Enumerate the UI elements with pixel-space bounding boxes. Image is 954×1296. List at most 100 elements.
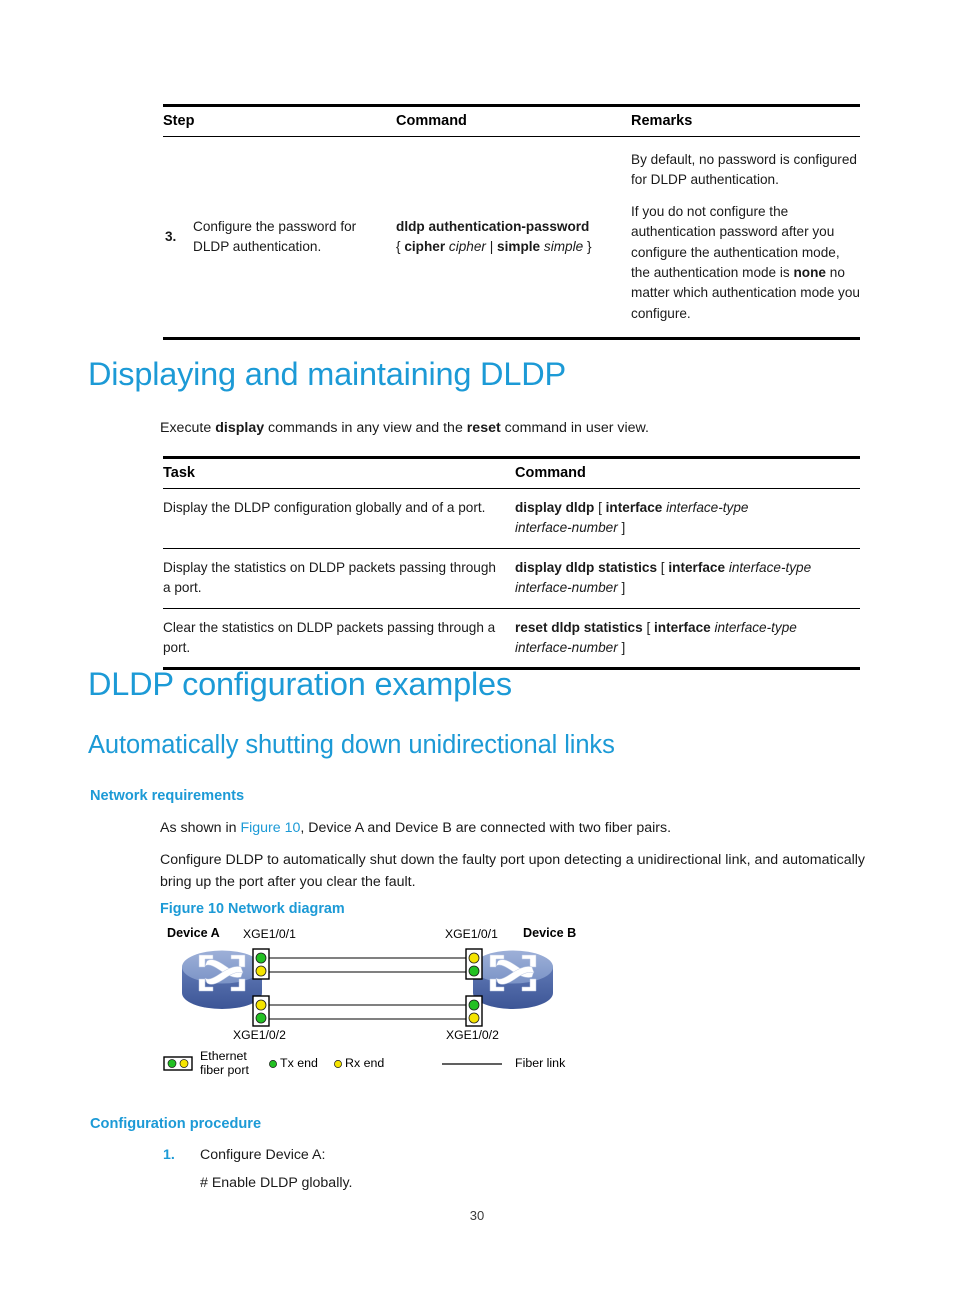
heading-dldp-configuration-examples: DLDP configuration examples	[88, 666, 512, 702]
document-page: Step Command Remarks 3. Configure the pa…	[0, 0, 954, 1296]
table-row: 3. Configure the password for DLDP authe…	[163, 137, 861, 339]
legend-eth-line2: fiber port	[200, 1063, 249, 1078]
column-header-command: Command	[396, 105, 632, 137]
network-requirements-paragraph-2: Configure DLDP to automatically shut dow…	[160, 852, 865, 890]
ethernet-fiber-port-icon	[163, 1056, 193, 1071]
command-line-2: interface-number ]	[515, 578, 860, 598]
task-description: Clear the statistics on DLDP packets pas…	[163, 619, 496, 655]
table-row: Display the DLDP configuration globally …	[163, 488, 860, 549]
cmd-keyword: reset dldp statistics	[515, 619, 643, 635]
network-requirements-paragraph-1: As shown in Figure 10, Device A and Devi…	[160, 818, 865, 840]
fiber-links	[266, 957, 478, 1020]
device-b-label: Device B	[523, 926, 577, 940]
cmd-bracket-close: ]	[617, 639, 626, 655]
device-a-label: Device A	[167, 926, 220, 940]
procedure-item-number: 1.	[163, 1147, 175, 1163]
cmd-keyword-interface: interface	[668, 559, 726, 575]
port-b-top-label: XGE1/0/1	[445, 927, 498, 941]
command-line-2: { cipher cipher | simple simple }	[396, 237, 617, 257]
cmd-arg-interface-number: interface-number	[515, 580, 618, 596]
cmd-arg-interface-number: interface-number	[515, 639, 618, 655]
cmd-keyword-interface: interface	[654, 619, 711, 635]
cmd-arg-interface-type: interface-type	[725, 559, 812, 575]
column-header-command: Command	[515, 457, 860, 489]
figure-10-link[interactable]: Figure 10	[240, 820, 300, 836]
procedure-item-subtext: # Enable DLDP globally.	[200, 1175, 353, 1191]
table-row: Clear the statistics on DLDP packets pas…	[163, 608, 860, 669]
led-yellow	[468, 952, 480, 964]
task-description: Display the DLDP configuration globally …	[163, 488, 515, 549]
remark-paragraph-2: If you do not configure the authenticati…	[631, 202, 860, 324]
step-number: 3.	[165, 228, 177, 244]
heading-network-requirements: Network requirements	[90, 788, 245, 804]
network-diagram: Device A XGE1/0/1 XGE1/0/1 Device B XGE1…	[155, 925, 605, 1055]
para1-pre: As shown in	[160, 820, 241, 836]
cmd-pipe: |	[485, 239, 498, 255]
column-header-task: Task	[163, 457, 515, 489]
task-command: reset dldp statistics [ interface interf…	[515, 608, 860, 669]
tasks-table: Task Command Display the DLDP configurat…	[163, 456, 860, 670]
legend-eth-line1: Ethernet	[200, 1049, 247, 1063]
cmd-keyword-cipher: cipher	[404, 239, 446, 255]
task-command: display dldp statistics [ interface inte…	[515, 548, 860, 609]
port-b-bottom	[465, 995, 483, 1027]
cmd-arg-interface-type: interface-type	[662, 500, 749, 515]
cmd-keyword: display dldp statistics	[515, 559, 658, 575]
command-line-2: interface-number ]	[515, 638, 860, 658]
page-number: 30	[469, 1208, 485, 1223]
network-diagram-svg	[182, 948, 553, 1027]
command-line-1: reset dldp statistics [ interface interf…	[515, 618, 860, 638]
step-command: dldp authentication-password { cipher ci…	[396, 137, 631, 339]
port-a-top	[252, 948, 270, 980]
table-header-row: Step Command Remarks	[163, 105, 861, 137]
cmd-keyword-interface: interface	[605, 500, 663, 515]
command-line-1: display dldp [ interface interface-type	[515, 498, 860, 518]
procedure-item-text: Configure Device A:	[200, 1147, 326, 1163]
rx-end-icon	[334, 1060, 342, 1068]
command-line-1: display dldp statistics [ interface inte…	[515, 558, 860, 578]
port-b-top	[465, 948, 483, 980]
heading-displaying-maintaining-dldp: Displaying and maintaining DLDP	[88, 356, 566, 392]
cmd-keyword: display dldp	[515, 500, 595, 515]
remark2-keyword-none: none	[793, 264, 826, 280]
task-description: Display the statistics on DLDP packets p…	[163, 548, 515, 609]
command-line-1: dldp authentication-password	[396, 218, 590, 234]
heading-automatically-shutting-down: Automatically shutting down unidirection…	[88, 731, 615, 759]
table-row: Display the statistics on DLDP packets p…	[163, 548, 860, 609]
led-green	[468, 999, 480, 1011]
cmd-arg-cipher: cipher	[448, 239, 486, 255]
column-header-step: Step	[163, 105, 397, 137]
intro-keyword-display: display	[215, 420, 265, 436]
intro-keyword-reset: reset	[466, 420, 501, 436]
diagram-legend: Ethernet fiber port Tx end Rx end Fiber …	[160, 1048, 620, 1086]
command-line-2: interface-number ]	[515, 518, 860, 538]
legend-fiber-link-label: Fiber link	[515, 1056, 566, 1070]
intro-pre: Execute	[160, 420, 216, 436]
legend-ethernet-port-label: Ethernet fiber port	[200, 1049, 249, 1078]
legend-rx-end-label: Rx end	[345, 1056, 385, 1070]
steps-table: Step Command Remarks 3. Configure the pa…	[163, 104, 861, 340]
device-b-icon	[473, 950, 553, 1009]
display-intro-paragraph: Execute display commands in any view and…	[160, 418, 860, 440]
figure-10-caption: Figure 10 Network diagram	[160, 901, 345, 917]
led-yellow	[255, 999, 267, 1011]
port-a-bottom-label: XGE1/0/2	[233, 1028, 286, 1042]
intro-post: command in user view.	[500, 420, 649, 436]
table-header-row: Task Command	[163, 457, 860, 489]
step-description: Configure the password for DLDP authenti…	[193, 218, 357, 255]
device-a-icon	[182, 950, 262, 1009]
cmd-bracket-open: [	[642, 619, 655, 635]
remark-spacer	[631, 191, 860, 202]
cmd-punct-close: }	[583, 239, 592, 255]
task-command: display dldp [ interface interface-type …	[515, 488, 860, 549]
column-header-remarks: Remarks	[631, 105, 861, 137]
cmd-bracket-open: [	[657, 559, 669, 575]
tx-end-icon	[269, 1060, 277, 1068]
port-a-top-label: XGE1/0/1	[243, 927, 296, 941]
cmd-arg-simple: simple	[543, 239, 584, 255]
para1-post: , Device A and Device B are connected wi…	[300, 820, 672, 836]
cmd-bracket-close: ]	[617, 520, 626, 536]
intro-mid: commands in any view and the	[264, 420, 467, 436]
cmd-bracket-close: ]	[617, 580, 626, 596]
port-a-bottom	[252, 995, 270, 1027]
